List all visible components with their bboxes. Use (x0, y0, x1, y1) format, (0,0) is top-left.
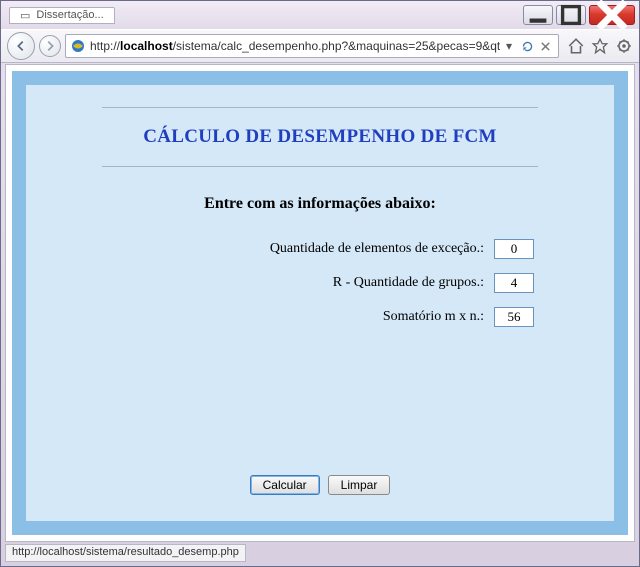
page-title: CÁLCULO DE DESEMPENHO DE FCM (66, 114, 574, 160)
tools-icon[interactable] (615, 37, 633, 55)
back-button[interactable] (7, 32, 35, 60)
minimize-button[interactable] (523, 5, 553, 25)
browser-window: ▭ Dissertação... (0, 0, 640, 567)
button-row: Calcular Limpar (26, 475, 614, 495)
page-icon: ▭ (20, 9, 30, 22)
url-rest: /sistema/calc_desempenho.php?&maquinas=2… (173, 39, 500, 53)
label-somatorio: Somatório m x n.: (383, 309, 484, 325)
url-prefix: http:// (90, 39, 120, 53)
limpar-button[interactable]: Limpar (328, 475, 391, 495)
titlebar-left: ▭ Dissertação... (9, 7, 523, 24)
stop-icon[interactable] (536, 37, 554, 55)
row-excecao: Quantidade de elementos de exceção.: (66, 239, 534, 259)
status-bar: http://localhost/sistema/resultado_desem… (5, 544, 246, 562)
toolbar-right (563, 37, 633, 55)
label-grupos: R - Quantidade de grupos.: (333, 275, 484, 291)
url-host: localhost (120, 39, 173, 53)
calcular-button[interactable]: Calcular (250, 475, 320, 495)
subtitle: Entre com as informações abaixo: (66, 195, 574, 213)
input-excecao[interactable] (494, 239, 534, 259)
favorites-icon[interactable] (591, 37, 609, 55)
tab-title: Dissertação... (36, 9, 103, 21)
close-button[interactable] (589, 5, 635, 25)
page: CÁLCULO DE DESEMPENHO DE FCM Entre com a… (12, 71, 628, 535)
address-bar[interactable]: http://localhost/sistema/calc_desempenho… (65, 34, 559, 58)
ie-icon (70, 38, 86, 54)
input-somatorio[interactable] (494, 307, 534, 327)
refresh-icon[interactable] (518, 37, 536, 55)
toolbar: http://localhost/sistema/calc_desempenho… (1, 29, 639, 63)
divider-top (102, 107, 539, 108)
address-text: http://localhost/sistema/calc_desempenho… (90, 39, 500, 53)
dropdown-icon[interactable]: ▾ (500, 37, 518, 55)
panel: CÁLCULO DE DESEMPENHO DE FCM Entre com a… (26, 85, 614, 521)
viewport: CÁLCULO DE DESEMPENHO DE FCM Entre com a… (5, 64, 635, 542)
form: Quantidade de elementos de exceção.: R -… (66, 239, 574, 327)
maximize-button[interactable] (556, 5, 586, 25)
row-grupos: R - Quantidade de grupos.: (66, 273, 534, 293)
window-buttons (523, 5, 635, 25)
titlebar: ▭ Dissertação... (1, 1, 639, 29)
row-somatorio: Somatório m x n.: (66, 307, 534, 327)
label-excecao: Quantidade de elementos de exceção.: (270, 241, 484, 257)
forward-button[interactable] (39, 35, 61, 57)
input-grupos[interactable] (494, 273, 534, 293)
browser-tab[interactable]: ▭ Dissertação... (9, 7, 115, 24)
home-icon[interactable] (567, 37, 585, 55)
divider-bottom (102, 166, 539, 167)
